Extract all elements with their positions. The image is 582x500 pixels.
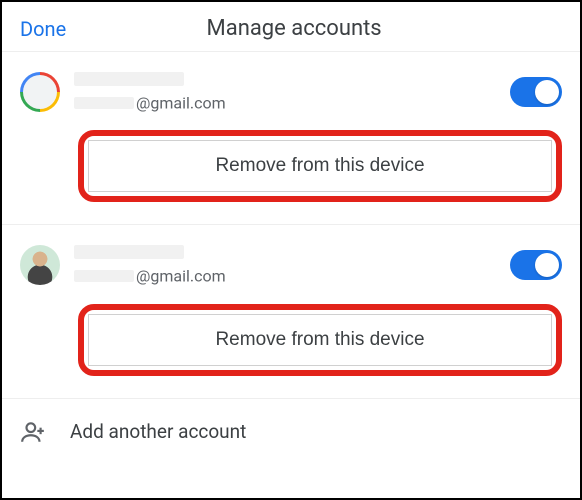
account-name-redacted: [74, 72, 184, 86]
remove-from-device-button[interactable]: Remove from this device: [88, 314, 552, 366]
remove-from-device-button[interactable]: Remove from this device: [88, 140, 552, 192]
account-email: @gmail.com: [74, 265, 496, 285]
account-toggle[interactable]: [510, 77, 562, 107]
account-email: @gmail.com: [74, 92, 496, 112]
highlight-ring: Remove from this device: [78, 304, 562, 376]
email-domain: @gmail.com: [136, 93, 226, 112]
avatar: [20, 72, 60, 112]
account-name-redacted: [74, 245, 184, 259]
account-row: @gmail.com: [20, 245, 562, 285]
email-prefix-redacted: [74, 97, 134, 109]
email-domain: @gmail.com: [136, 267, 226, 286]
header: Done Manage accounts: [2, 2, 580, 51]
avatar: [20, 245, 60, 285]
account-item: @gmail.com Remove from this device: [2, 224, 580, 397]
account-item: @gmail.com Remove from this device: [2, 51, 580, 224]
account-row: @gmail.com: [20, 72, 562, 112]
account-info: @gmail.com: [74, 245, 496, 285]
page-title: Manage accounts: [26, 16, 562, 41]
email-prefix-redacted: [74, 270, 134, 282]
add-another-account-button[interactable]: Add another account: [2, 398, 580, 465]
add-account-label: Add another account: [70, 420, 246, 443]
account-info: @gmail.com: [74, 72, 496, 112]
account-toggle[interactable]: [510, 250, 562, 280]
highlight-ring: Remove from this device: [78, 130, 562, 202]
person-add-icon: [20, 419, 46, 445]
